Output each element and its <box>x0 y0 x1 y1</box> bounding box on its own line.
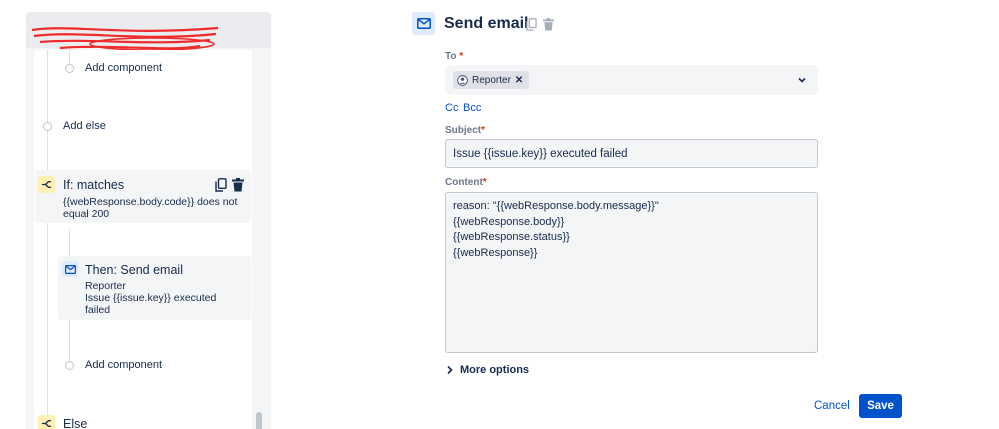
add-else-node[interactable] <box>43 122 52 131</box>
add-else-link[interactable]: Add else <box>63 120 106 132</box>
add-component-link[interactable]: Add component <box>85 62 162 74</box>
to-recipients-select[interactable]: Reporter ✕ <box>445 65 818 95</box>
panel-title: Send email <box>444 15 529 32</box>
cancel-button[interactable]: Cancel <box>808 394 856 418</box>
flow-line <box>69 50 70 64</box>
envelope-icon <box>412 12 435 35</box>
content-line: {{webResponse.status}} <box>453 231 570 243</box>
user-icon <box>457 74 468 86</box>
bcc-link[interactable]: Bcc <box>463 102 481 114</box>
flow-line <box>69 320 70 362</box>
then-action-title: Then: Send email <box>85 263 183 277</box>
then-action-recipient: Reporter <box>85 280 126 292</box>
branch-icon <box>38 176 55 193</box>
flow-line <box>47 50 48 180</box>
flow-line <box>47 222 48 422</box>
add-component-node[interactable] <box>65 64 74 73</box>
more-options-label: More options <box>460 364 530 376</box>
more-options-toggle[interactable]: More options <box>446 364 529 376</box>
save-button[interactable]: Save <box>859 394 902 418</box>
add-component-node[interactable] <box>65 361 74 370</box>
chevron-down-icon[interactable] <box>796 74 808 86</box>
flow-line <box>69 230 70 256</box>
trash-icon[interactable] <box>542 17 554 31</box>
add-component-link[interactable]: Add component <box>85 359 162 371</box>
branch-icon <box>38 415 55 429</box>
then-action-subject: failed <box>85 304 111 316</box>
envelope-icon <box>62 261 78 277</box>
content-line: {{webResponse.body}} <box>453 215 565 228</box>
if-condition-title: If: matches <box>63 178 125 192</box>
recipient-chip-label: Reporter <box>472 74 511 86</box>
content-line: {{webResponse}} <box>453 246 538 259</box>
remove-recipient-icon[interactable]: ✕ <box>515 75 523 86</box>
if-condition-description: {{webResponse.body.code}} does not <box>63 196 238 208</box>
else-branch-title[interactable]: Else <box>63 417 87 429</box>
flow-canvas <box>34 50 252 429</box>
copy-icon[interactable] <box>525 17 537 31</box>
content-line: reason: "{{webResponse.body.message}}" <box>453 200 659 212</box>
subject-field[interactable] <box>445 139 818 168</box>
trash-icon[interactable] <box>231 177 245 192</box>
to-label: To * <box>445 51 464 62</box>
cc-link[interactable]: Cc <box>445 102 458 114</box>
rule-header <box>26 12 271 48</box>
chevron-right-icon <box>447 365 453 375</box>
scrollbar[interactable] <box>256 412 262 429</box>
then-action-subject: Issue {{issue.key}} executed <box>85 292 217 304</box>
if-condition-description: equal 200 <box>63 208 110 220</box>
content-label: Content* <box>445 177 487 188</box>
recipient-chip[interactable]: Reporter ✕ <box>453 71 530 89</box>
subject-label: Subject* <box>445 125 486 136</box>
content-textarea[interactable]: reason: "{{webResponse.body.message}}" {… <box>445 192 818 353</box>
copy-icon[interactable] <box>214 177 228 192</box>
